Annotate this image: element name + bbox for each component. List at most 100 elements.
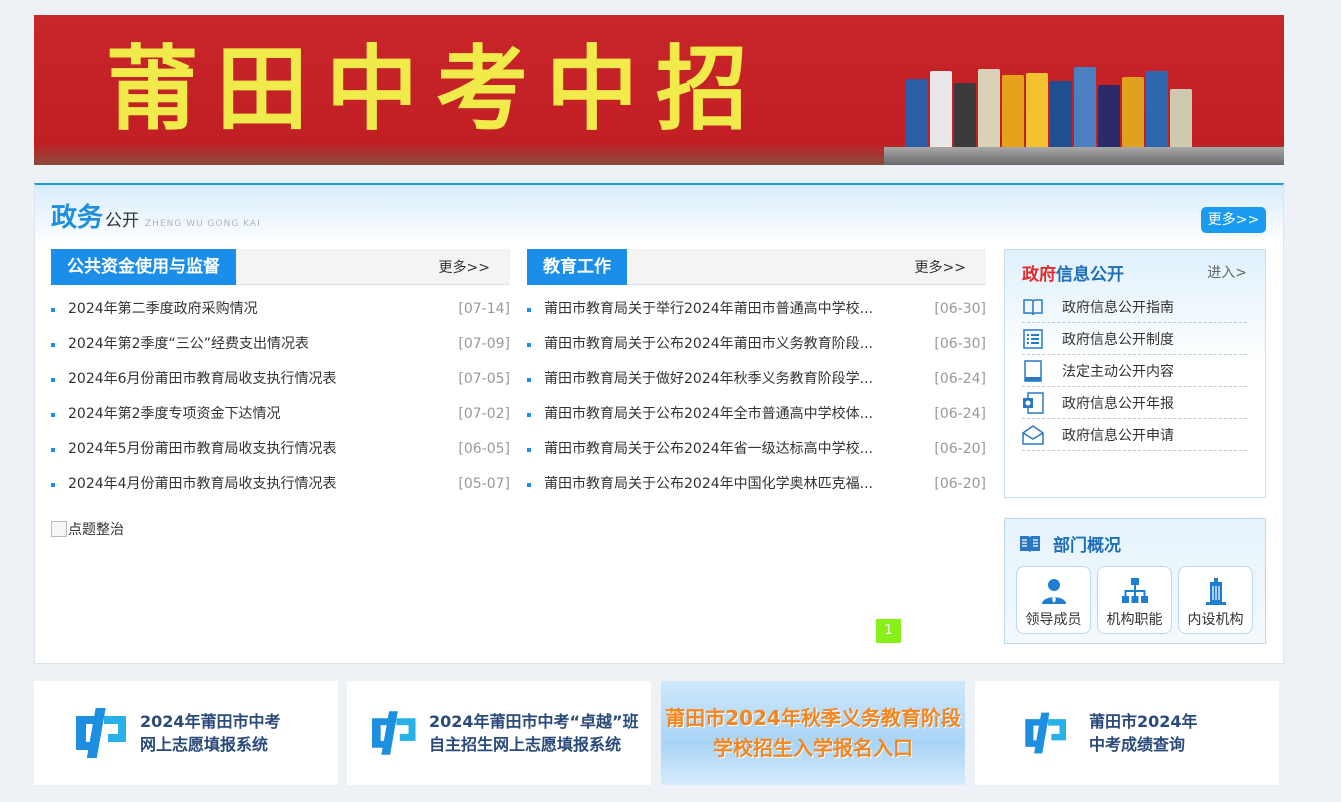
department-overview-label: 部门概况 — [1053, 536, 1121, 556]
entrance-links: 2024年莆田市中考 网上志愿填报系统 2024年莆田市中考“卓越”班 自主招生网上… — [34, 681, 1284, 785]
gov-info-item-label: 政府信息公开年报 — [1062, 395, 1174, 412]
list-item[interactable]: 2024年第2季度“三公”经费支出情况表 [07-09] — [51, 327, 510, 362]
news-title[interactable]: 2024年第二季度政府采购情况 — [68, 292, 258, 327]
department-overview-box: 部门概况 领导成员 机构职能 内设机构 — [1004, 518, 1266, 644]
broken-image-link[interactable]: 点题整治 — [51, 519, 124, 539]
dept-item-label: 内设机构 — [1187, 612, 1244, 628]
news-date: [06-20] — [934, 476, 986, 492]
news-date: [06-30] — [934, 336, 986, 352]
dept-item-internal[interactable]: 内设机构 — [1178, 566, 1253, 634]
list-item[interactable]: 莆田市教育局关于公布2024年中国化学奥林匹克福... [06-20] — [527, 467, 986, 502]
panel-title-sub: 公开 — [105, 211, 140, 231]
link-score-query[interactable]: 莆田市2024年 中考成绩查询 — [975, 681, 1279, 785]
list-item[interactable]: 莆田市教育局关于举行2024年莆田市普通高中学校... [06-30] — [527, 292, 986, 327]
news-title[interactable]: 莆田市教育局关于公布2024年莆田市义务教育阶段... — [544, 327, 873, 362]
panel-header: 政务 公开 ZHENG WU GONG KAI 更多>> — [35, 185, 1283, 245]
broken-image-icon — [51, 521, 67, 537]
pagination-page[interactable]: 1 — [876, 619, 901, 643]
link-exam-application-system[interactable]: 2024年莆田市中考 网上志愿填报系统 — [34, 681, 338, 785]
list-item[interactable]: 2024年6月份莆田市教育局收支执行情况表 [07-05] — [51, 362, 510, 397]
list-icon — [1022, 328, 1044, 350]
news-title[interactable]: 2024年5月份莆田市教育局收支执行情况表 — [68, 432, 337, 467]
dept-item-functions[interactable]: 机构职能 — [1097, 566, 1172, 634]
gov-info-item-content[interactable]: 法定主动公开内容 — [1022, 355, 1247, 387]
envelope-icon — [1022, 424, 1044, 446]
link-line2: 自主招生网上志愿填报系统 — [429, 735, 622, 754]
news-date: [06-24] — [934, 406, 986, 422]
link-line1: 莆田市2024年秋季义务教育阶段 — [665, 706, 961, 730]
news-date: [07-09] — [458, 336, 510, 352]
person-icon — [1041, 579, 1066, 604]
public-funds-column: 公共资金使用与监督 更多>> 2024年第二季度政府采购情况 [07-14] 20… — [51, 249, 510, 502]
gov-info-title-red: 政府 — [1022, 265, 1056, 285]
column-header: 公共资金使用与监督 更多>> — [51, 249, 510, 285]
public-funds-more-link[interactable]: 更多>> — [439, 257, 490, 277]
gov-info-item-application[interactable]: 政府信息公开申请 — [1022, 419, 1247, 451]
panel-title-en: ZHENG WU GONG KAI — [145, 219, 261, 229]
list-item[interactable]: 莆田市教育局关于公布2024年莆田市义务教育阶段... [06-30] — [527, 327, 986, 362]
list-item[interactable]: 莆田市教育局关于公布2024年省一级达标高中学校... [06-20] — [527, 432, 986, 467]
gov-info-item-annual-report[interactable]: 政府信息公开年报 — [1022, 387, 1247, 419]
link-excellence-class-system[interactable]: 2024年莆田市中考“卓越”班 自主招生网上志愿填报系统 — [347, 681, 651, 785]
list-item[interactable]: 2024年5月份莆田市教育局收支执行情况表 [06-05] — [51, 432, 510, 467]
news-title[interactable]: 2024年第2季度“三公”经费支出情况表 — [68, 327, 309, 362]
building-icon — [1205, 578, 1226, 605]
news-title[interactable]: 莆田市教育局关于公布2024年中国化学奥林匹克福... — [544, 467, 873, 502]
tab-education-work[interactable]: 教育工作 — [527, 249, 627, 285]
gov-info-title-blue: 信息公开 — [1056, 265, 1124, 285]
news-date: [06-24] — [934, 371, 986, 387]
news-title[interactable]: 莆田市教育局关于举行2024年莆田市普通高中学校... — [544, 292, 873, 327]
gov-info-enter-link[interactable]: 进入> — [1207, 262, 1247, 282]
org-chart-icon — [1121, 578, 1148, 603]
book-icon — [1022, 296, 1044, 318]
link-enrollment-entry[interactable]: 莆田市2024年秋季义务教育阶段 学校招生入学报名入口 — [661, 681, 965, 785]
news-title[interactable]: 2024年4月份莆田市教育局收支执行情况表 — [68, 467, 337, 502]
link-line2: 中考成绩查询 — [1089, 735, 1186, 754]
news-date: [07-05] — [458, 371, 510, 387]
gov-info-item-label: 法定主动公开内容 — [1062, 363, 1174, 380]
list-item[interactable]: 2024年第2季度专项资金下达情况 [07-02] — [51, 397, 510, 432]
bookshelf — [884, 147, 1284, 165]
gov-info-item-system[interactable]: 政府信息公开制度 — [1022, 323, 1247, 355]
gov-info-item-label: 政府信息公开申请 — [1062, 427, 1174, 444]
dept-item-leaders[interactable]: 领导成员 — [1016, 566, 1091, 634]
news-title[interactable]: 莆田市教育局关于做好2024年秋季义务教育阶段学... — [544, 362, 873, 397]
news-title[interactable]: 2024年6月份莆田市教育局收支执行情况表 — [68, 362, 337, 397]
link-line2: 网上志愿填报系统 — [140, 735, 269, 754]
gov-info-item-label: 政府信息公开指南 — [1062, 299, 1174, 316]
news-date: [07-02] — [458, 406, 510, 422]
link-text: 莆田市2024年 中考成绩查询 — [1089, 710, 1198, 756]
banner-title: 莆田中考中招 — [106, 35, 767, 143]
gov-info-disclosure-box: 政府信息公开 进入> 政府信息公开指南 政府信息公开制度 法定主动公开内容 政府 — [1004, 249, 1266, 498]
list-item[interactable]: 2024年4月份莆田市教育局收支执行情况表 [05-07] — [51, 467, 510, 502]
link-text: 2024年莆田市中考“卓越”班 自主招生网上志愿填报系统 — [429, 710, 639, 756]
news-date: [06-20] — [934, 441, 986, 457]
gov-info-item-guide[interactable]: 政府信息公开指南 — [1022, 291, 1247, 323]
list-item[interactable]: 莆田市教育局关于公布2024年全市普通高中学校体... [06-24] — [527, 397, 986, 432]
education-work-more-link[interactable]: 更多>> — [915, 257, 966, 277]
panel-more-button[interactable]: 更多>> — [1201, 207, 1266, 233]
gov-info-item-label: 政府信息公开制度 — [1062, 331, 1174, 348]
education-work-column: 教育工作 更多>> 莆田市教育局关于举行2024年莆田市普通高中学校... [06… — [527, 249, 986, 502]
open-book-icon — [1020, 535, 1040, 553]
panel-title: 政务 公开 ZHENG WU GONG KAI — [51, 197, 261, 234]
tab-public-funds[interactable]: 公共资金使用与监督 — [51, 249, 236, 285]
news-title[interactable]: 2024年第2季度专项资金下达情况 — [68, 397, 281, 432]
department-items: 领导成员 机构职能 内设机构 — [1016, 566, 1259, 634]
news-title[interactable]: 莆田市教育局关于公布2024年全市普通高中学校体... — [544, 397, 873, 432]
link-line1: 2024年莆田市中考 — [140, 712, 281, 731]
government-affairs-panel: 政务 公开 ZHENG WU GONG KAI 更多>> 公共资金使用与监督 更… — [34, 183, 1284, 664]
zk-logo-icon — [76, 708, 126, 758]
link-line1: 莆田市2024年 — [1089, 712, 1198, 731]
news-date: [05-07] — [458, 476, 510, 492]
column-header: 教育工作 更多>> — [527, 249, 986, 285]
gov-info-list: 政府信息公开指南 政府信息公开制度 法定主动公开内容 政府信息公开年报 政府信息… — [1022, 291, 1247, 451]
dept-item-label: 领导成员 — [1025, 612, 1082, 628]
department-overview-title: 部门概况 — [1019, 531, 1121, 556]
list-item[interactable]: 莆田市教育局关于做好2024年秋季义务教育阶段学... [06-24] — [527, 362, 986, 397]
public-funds-list: 2024年第二季度政府采购情况 [07-14] 2024年第2季度“三公”经费支出… — [51, 292, 510, 502]
list-item[interactable]: 2024年第二季度政府采购情况 [07-14] — [51, 292, 510, 327]
document-icon — [1022, 359, 1044, 382]
news-date: [07-14] — [458, 301, 510, 317]
news-title[interactable]: 莆田市教育局关于公布2024年省一级达标高中学校... — [544, 432, 873, 467]
